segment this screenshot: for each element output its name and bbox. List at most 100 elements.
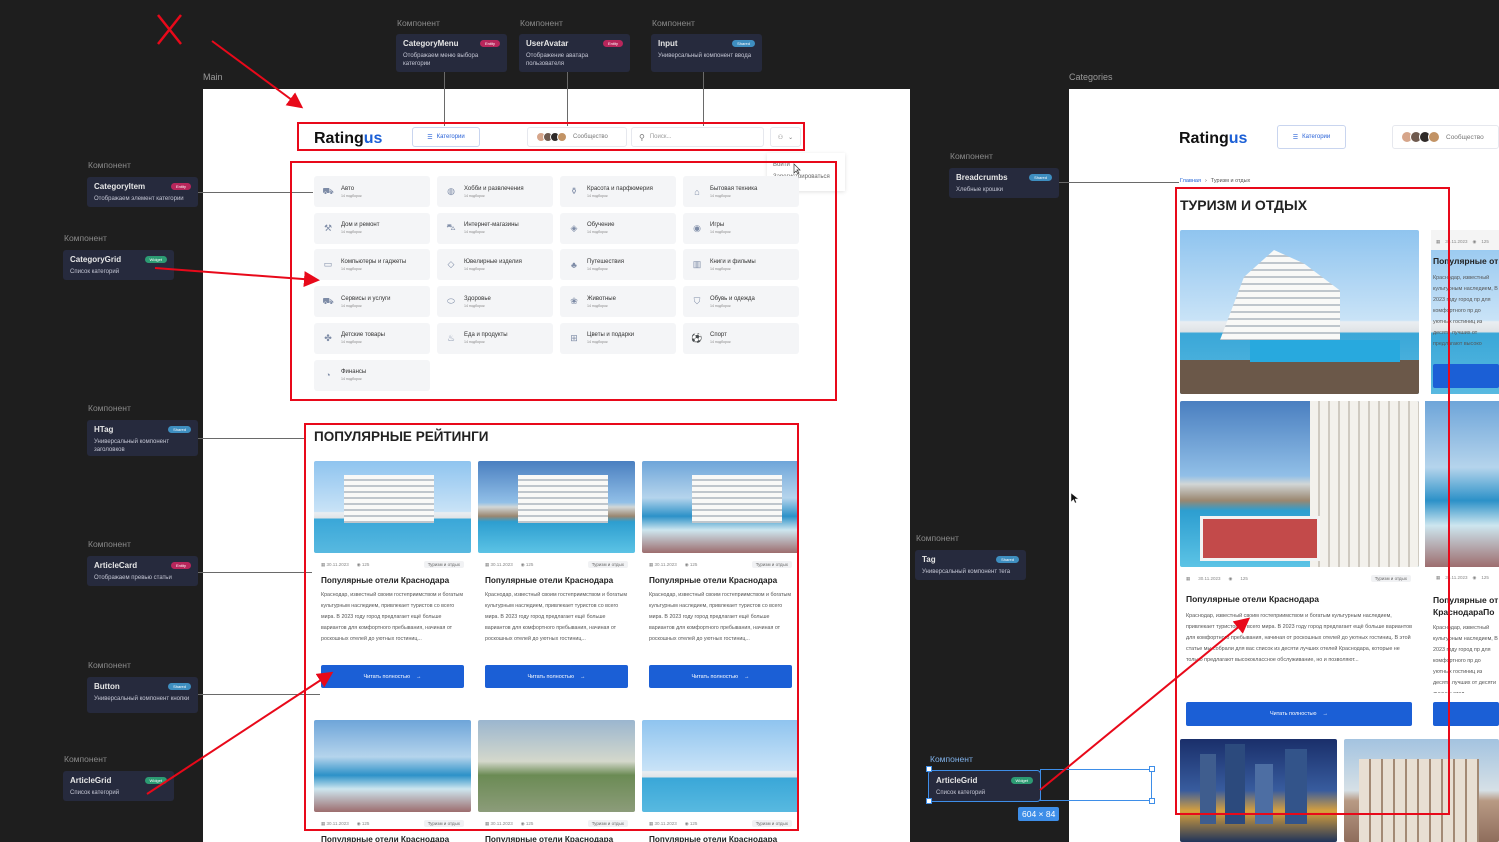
- component-card-user-avatar[interactable]: UserAvatar Entity Отображение аватара пол…: [519, 34, 630, 72]
- category-item[interactable]: ◇ Ювелирные изделия 14 подборок: [437, 249, 553, 281]
- article-card[interactable]: ▦ 30.11.2023 ◉ 125 Туризм и отдых Популярны…: [478, 461, 635, 688]
- category-item[interactable]: ▭ Компьютеры и гаджеты 14 подборок: [314, 249, 430, 281]
- city-night-photo[interactable]: [1180, 739, 1337, 842]
- category-count: 14 подборок: [341, 230, 362, 235]
- component-card-article-card[interactable]: ArticleCard Entity Отображаем превью стат…: [87, 556, 198, 586]
- read-more-button-peek[interactable]: [1433, 364, 1499, 388]
- category-item[interactable]: ⚒ Дом и ремонт 14 подборок: [314, 212, 430, 244]
- hotel-photo-peek-2[interactable]: [1425, 401, 1499, 567]
- user-menu-button[interactable]: ⚇ ⌄: [770, 127, 801, 147]
- component-card-tag[interactable]: Tag Shared Универсальный компонент тега: [915, 550, 1026, 580]
- menu-icon: ☰: [427, 134, 433, 141]
- article-image[interactable]: [478, 720, 635, 812]
- category-item[interactable]: ⛟ Сервисы и услуги 14 подборок: [314, 286, 430, 318]
- article-image[interactable]: [314, 461, 471, 553]
- category-item[interactable]: ▥ Книги и фильмы 14 подборок: [683, 249, 799, 281]
- category-item[interactable]: ◉ Игры 14 подборок: [683, 212, 799, 244]
- category-item[interactable]: ⌂ Бытовая техника 14 подборок: [683, 176, 799, 207]
- site-logo[interactable]: Ratingus: [314, 130, 382, 148]
- article-card[interactable]: ▦ 30.11.2023 ◉ 125 Туризм и отдых Популярны…: [642, 461, 799, 688]
- article-title[interactable]: Популярные отели Краснодара: [478, 835, 635, 842]
- article-image[interactable]: [642, 720, 799, 812]
- tag-chip[interactable]: Туризм и отдых: [587, 561, 628, 568]
- category-count: 14 подборок: [464, 266, 485, 271]
- tag-chip[interactable]: Туризм и отдых: [423, 561, 464, 568]
- read-more-button[interactable]: Читать полностью →: [485, 665, 628, 688]
- tag-chip[interactable]: Туризм и отдых: [423, 820, 464, 827]
- connector-line: [198, 438, 306, 439]
- component-card-category-grid[interactable]: CategoryGrid Widget Список категорий: [63, 250, 174, 280]
- category-item[interactable]: ⬭ Здоровье 14 подборок: [437, 286, 553, 318]
- component-card-htag[interactable]: HTag Shared Универсальный компонент загол…: [87, 420, 198, 456]
- community-user-avatars[interactable]: Сообщество: [527, 127, 627, 147]
- category-item[interactable]: ⛉ Обувь и одежда 14 подборок: [683, 286, 799, 318]
- article-title[interactable]: Популярные отели Краснодара: [314, 835, 471, 842]
- resize-handle[interactable]: [1149, 766, 1155, 772]
- category-label: Еда и продукты: [464, 332, 508, 339]
- breadcrumb: Главная › Туризм и отдых: [1180, 178, 1250, 184]
- article-title[interactable]: Популярные отели Краснодара: [478, 576, 635, 585]
- community-user-avatars-2[interactable]: Сообщество: [1392, 125, 1499, 149]
- tag-chip[interactable]: Туризм и отдых: [1370, 575, 1411, 582]
- category-count: 14 подборок: [464, 193, 485, 198]
- component-card-input[interactable]: Input Shared Универсальный компонент ввод…: [651, 34, 762, 72]
- peek-article-excerpt-2: Краснодар, известный культурным наследие…: [1433, 625, 1498, 693]
- tag-chip[interactable]: Туризм и отдых: [587, 820, 628, 827]
- read-more-button[interactable]: Читать полностью →: [649, 665, 792, 688]
- article-card[interactable]: ▦ 30.11.2023 ◉ 125 Туризм и отдых Популярны…: [642, 720, 799, 842]
- piggy-bank-icon: ◔: [325, 370, 331, 380]
- selection-box: [1040, 769, 1152, 801]
- tag-chip[interactable]: Туризм и отдых: [751, 820, 792, 827]
- component-card-category-item[interactable]: CategoryItem Entity Отображаем элемент ка…: [87, 177, 198, 207]
- breadcrumb-home[interactable]: Главная: [1180, 178, 1201, 184]
- category-item[interactable]: ♣ Путешествия 14 подборок: [560, 249, 676, 281]
- category-item[interactable]: ◈ Обучение 14 подборок: [560, 212, 676, 244]
- read-more-button[interactable]: Читать полностью →: [1186, 702, 1412, 726]
- category-label: Хобби и развлечения: [464, 185, 524, 192]
- component-card-article-grid-selected[interactable]: ArticleGrid Widget Список категорий: [928, 770, 1041, 802]
- category-item[interactable]: ◍ Хобби и развлечения 14 подборок: [437, 176, 553, 207]
- hotel-photo-large-2[interactable]: [1180, 401, 1419, 567]
- eye-icon-3: ◉: [1472, 575, 1477, 580]
- article-card[interactable]: ▦ 30.11.2023 ◉ 125 Туризм и отдых Популярны…: [314, 461, 471, 688]
- article-title[interactable]: Популярные отели Краснодара: [314, 576, 471, 585]
- component-card-category-menu[interactable]: CategoryMenu Entity Отображаем меню выбор…: [396, 34, 507, 72]
- article-card[interactable]: ▦ 30.11.2023 ◉ 125 Туризм и отдых Популярны…: [478, 720, 635, 842]
- category-item[interactable]: ⚽ Спорт 14 подборок: [683, 322, 799, 354]
- search-input[interactable]: ⚲ Поиск...: [631, 127, 764, 147]
- tag-chip[interactable]: Туризм и отдых: [751, 561, 792, 568]
- component-card-article-grid[interactable]: ArticleGrid Widget Список категорий: [63, 771, 174, 801]
- category-item[interactable]: ⛍ Интернет-магазины 14 подборок: [437, 212, 553, 244]
- article-image[interactable]: [478, 461, 635, 553]
- article-image[interactable]: [314, 720, 471, 812]
- category-item[interactable]: ⚱ Красота и парфюмерия 14 подборок: [560, 176, 676, 207]
- category-item[interactable]: ◔ Финансы 14 подборок: [314, 359, 430, 391]
- login-link[interactable]: Войти: [773, 159, 839, 171]
- read-more-button-peek-2[interactable]: [1433, 702, 1499, 726]
- site-logo-categories[interactable]: Ratingus: [1179, 130, 1247, 148]
- connector-line: [567, 72, 568, 126]
- component-card-button[interactable]: Button Shared Универсальный компонент кно…: [87, 677, 198, 713]
- component-card-breadcrumbs[interactable]: Breadcrumbs Shared Хлебные крошки: [949, 168, 1059, 198]
- resize-handle[interactable]: [926, 798, 932, 804]
- article-title[interactable]: Популярные отели Краснодара: [642, 835, 799, 842]
- read-more-button[interactable]: Читать полностью →: [321, 665, 464, 688]
- hotel-building-photo[interactable]: [1344, 739, 1499, 842]
- peek-article-title-2[interactable]: Популярные от КраснодараПо: [1433, 594, 1498, 618]
- resize-handle[interactable]: [926, 766, 932, 772]
- categories-menu-button-2[interactable]: ☰ Категории: [1277, 125, 1346, 149]
- peek-article-title[interactable]: Популярные от: [1433, 256, 1498, 266]
- category-item[interactable]: ✤ Детские товары 14 подборок: [314, 322, 430, 354]
- category-item[interactable]: ❀ Животные 14 подборок: [560, 286, 676, 318]
- hotel-photo-large-1[interactable]: [1180, 230, 1419, 394]
- category-item[interactable]: ⊞ Цветы и подарки 14 подборок: [560, 322, 676, 354]
- article-title[interactable]: Популярные отели Краснодара: [1186, 594, 1319, 604]
- article-title[interactable]: Популярные отели Краснодара: [642, 576, 799, 585]
- resize-handle[interactable]: [1149, 798, 1155, 804]
- categories-menu-button[interactable]: ☰ Категории: [412, 127, 480, 147]
- category-item[interactable]: ⛟ Авто 14 подборок: [314, 176, 430, 207]
- article-card[interactable]: ▦ 30.11.2023 ◉ 125 Туризм и отдых Популярны…: [314, 720, 471, 842]
- category-label: Спорт: [710, 332, 727, 339]
- article-image[interactable]: [642, 461, 799, 553]
- category-item[interactable]: ♨ Еда и продукты 14 подборок: [437, 322, 553, 354]
